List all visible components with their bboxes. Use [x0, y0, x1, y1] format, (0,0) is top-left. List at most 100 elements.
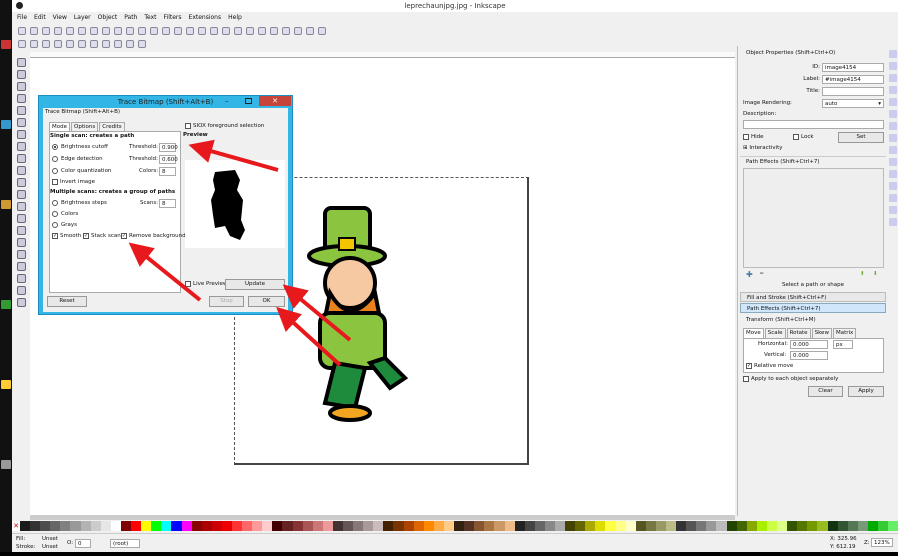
color-swatch[interactable] — [797, 521, 808, 531]
new-icon[interactable] — [18, 26, 26, 35]
set-button[interactable]: Set — [838, 132, 884, 143]
menu-filters[interactable]: Filters — [164, 12, 182, 24]
color-swatch[interactable] — [433, 521, 444, 531]
menu-object[interactable]: Object — [98, 12, 118, 24]
snap-toggle-icon[interactable] — [888, 50, 897, 58]
color-swatch[interactable] — [343, 521, 354, 531]
color-quantization-radio[interactable]: Color quantization — [52, 167, 111, 176]
no-paint-swatch[interactable]: ✕ — [12, 521, 20, 531]
desktop-icon[interactable] — [1, 300, 11, 309]
color-swatch[interactable] — [565, 521, 576, 531]
clear-button[interactable]: Clear — [808, 386, 843, 397]
text-tool-icon[interactable] — [16, 214, 26, 223]
remove-effect-icon[interactable]: ━ — [760, 270, 763, 279]
color-swatch[interactable] — [736, 521, 747, 531]
snap-smooth-icon[interactable] — [888, 146, 897, 154]
zoom-2-1-icon[interactable] — [66, 39, 74, 48]
label-input[interactable]: #image4154 — [822, 75, 884, 84]
colors-input[interactable]: 8 — [159, 167, 176, 176]
color-swatch[interactable] — [454, 521, 465, 531]
duplicate-icon[interactable] — [186, 26, 194, 35]
hide-checkbox[interactable]: Hide — [743, 133, 764, 142]
color-swatch[interactable] — [353, 521, 364, 531]
color-swatch[interactable] — [534, 521, 545, 531]
apply-button[interactable]: Apply — [848, 386, 884, 397]
color-swatch[interactable] — [90, 521, 101, 531]
color-swatch[interactable] — [615, 521, 626, 531]
save-icon[interactable] — [42, 26, 50, 35]
snap-center-icon[interactable] — [888, 170, 897, 178]
tweak-tool-icon[interactable] — [16, 82, 26, 91]
color-swatch[interactable] — [363, 521, 374, 531]
zoom-drawing-icon[interactable] — [162, 26, 170, 35]
color-swatch[interactable] — [524, 521, 535, 531]
color-swatch[interactable] — [332, 521, 343, 531]
remove-background-checkbox[interactable]: ✓ Remove background — [121, 232, 186, 241]
color-swatch[interactable] — [474, 521, 485, 531]
menu-path[interactable]: Path — [124, 12, 137, 24]
unlink-clone-icon[interactable] — [210, 26, 218, 35]
colors-radio[interactable]: Colors — [52, 210, 78, 219]
pen-tool-icon[interactable] — [16, 190, 26, 199]
gradient-tool-icon[interactable] — [16, 262, 26, 271]
color-swatch[interactable] — [554, 521, 566, 531]
clone-icon[interactable] — [198, 26, 206, 35]
menu-file[interactable]: File — [17, 12, 27, 24]
zoom-out-icon[interactable] — [30, 39, 38, 48]
color-swatch[interactable] — [272, 521, 283, 531]
zoom-page-icon[interactable] — [102, 39, 110, 48]
color-swatch[interactable] — [867, 521, 878, 531]
color-swatch[interactable] — [726, 521, 737, 531]
color-swatch[interactable] — [312, 521, 323, 531]
color-swatch[interactable] — [645, 521, 656, 531]
opacity-input[interactable]: 0 — [75, 539, 91, 548]
zoom-page-icon[interactable] — [174, 26, 182, 35]
color-swatch[interactable] — [70, 521, 81, 531]
color-swatch[interactable] — [181, 521, 192, 531]
calligraphy-tool-icon[interactable] — [16, 202, 26, 211]
snap-paths-icon[interactable] — [888, 110, 897, 118]
color-swatch[interactable] — [242, 521, 253, 531]
color-swatch[interactable] — [766, 521, 778, 531]
color-swatch[interactable] — [706, 521, 717, 531]
color-swatch[interactable] — [817, 521, 828, 531]
color-swatch[interactable] — [383, 521, 394, 531]
color-swatch[interactable] — [514, 521, 525, 531]
color-swatch[interactable] — [655, 521, 666, 531]
color-swatch[interactable] — [292, 521, 303, 531]
live-preview-checkbox[interactable]: Live Preview — [185, 280, 227, 289]
export-icon[interactable] — [78, 26, 86, 35]
desktop-icon[interactable] — [1, 200, 11, 209]
color-swatch[interactable] — [635, 521, 646, 531]
horizontal-input[interactable]: 0.000 — [790, 340, 828, 349]
color-swatch[interactable] — [827, 521, 838, 531]
print-icon[interactable] — [54, 26, 62, 35]
group-icon[interactable] — [222, 26, 230, 35]
ungroup-icon[interactable] — [234, 26, 242, 35]
snap-grid-icon[interactable] — [888, 206, 897, 214]
menu-view[interactable]: View — [53, 12, 67, 24]
brightness-cutoff-radio[interactable]: Brightness cutoff — [52, 143, 108, 152]
desktop-icon[interactable] — [1, 40, 11, 49]
color-swatch[interactable] — [191, 521, 202, 531]
edge-detection-radio[interactable]: Edge detection — [52, 155, 103, 164]
color-swatch[interactable] — [50, 521, 61, 531]
color-swatch[interactable] — [110, 521, 121, 531]
color-swatch[interactable] — [262, 521, 273, 531]
zoom-prev-icon[interactable] — [126, 39, 134, 48]
move-down-icon[interactable]: ⬇ — [873, 270, 878, 279]
color-swatch[interactable] — [716, 521, 727, 531]
measure-tool-icon[interactable] — [16, 106, 26, 115]
brightness-threshold-input[interactable]: 0.900 — [159, 143, 178, 152]
horizontal-scrollbar[interactable] — [30, 515, 735, 520]
snap-intersections-icon[interactable] — [888, 122, 897, 130]
color-swatch[interactable] — [151, 521, 162, 531]
lock-checkbox[interactable]: Lock — [793, 133, 814, 142]
leprechaun-image[interactable] — [295, 198, 435, 423]
color-swatch[interactable] — [373, 521, 384, 531]
color-swatch[interactable] — [746, 521, 757, 531]
color-swatch[interactable] — [60, 521, 71, 531]
color-swatch[interactable] — [484, 521, 495, 531]
description-input[interactable] — [743, 120, 884, 129]
invert-image-checkbox[interactable]: Invert image — [52, 178, 95, 187]
